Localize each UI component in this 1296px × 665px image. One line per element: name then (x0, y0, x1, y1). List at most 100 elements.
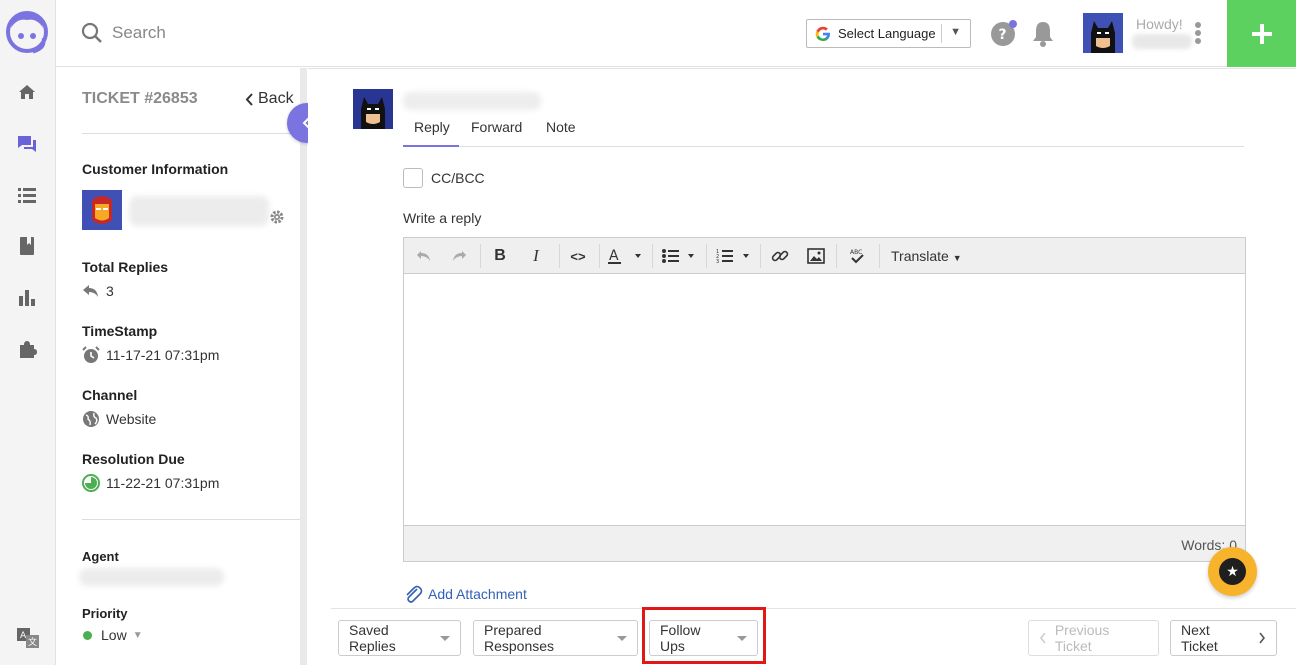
bold-icon[interactable]: B (490, 246, 510, 266)
priority-dot (83, 630, 92, 640)
chevron-right-icon (1259, 632, 1266, 644)
language-select-label: Select Language (838, 26, 936, 41)
font-color-icon[interactable]: A (607, 246, 647, 266)
toolbar-divider (706, 244, 707, 268)
image-icon[interactable] (806, 246, 826, 266)
next-ticket-label: Next Ticket (1181, 622, 1218, 654)
back-link[interactable]: Back (245, 90, 294, 108)
priority-select[interactable]: Low ▼ (83, 627, 143, 643)
total-replies-label: Total Replies (82, 259, 169, 275)
logo-icon[interactable] (3, 6, 51, 58)
toolbar-divider (652, 244, 653, 268)
agent-avatar (353, 89, 393, 129)
favorites-button[interactable]: ★ (1208, 547, 1257, 596)
priority-value: Low (101, 627, 127, 643)
toolbar-divider (836, 244, 837, 268)
reply-tabs: Reply Forward Note (403, 115, 1244, 147)
redo-icon[interactable] (449, 246, 469, 266)
priority-label: Priority (82, 606, 128, 621)
toolbar-divider (599, 244, 600, 268)
panel-divider (300, 68, 307, 665)
caret-down-icon: ▼ (952, 253, 962, 263)
reply-textarea[interactable] (404, 275, 1245, 525)
search-input[interactable] (112, 18, 512, 48)
chart-icon[interactable] (14, 284, 40, 310)
search-icon (81, 22, 102, 43)
undo-icon[interactable] (414, 246, 434, 266)
svg-text:文: 文 (28, 636, 37, 648)
progress-clock-icon (82, 474, 100, 492)
resolution-due-label: Resolution Due (82, 451, 185, 467)
numbered-list-icon[interactable]: 123 (716, 246, 756, 266)
star-icon: ★ (1219, 558, 1246, 585)
spellcheck-icon[interactable]: ABC (846, 246, 868, 266)
saved-replies-button[interactable]: Saved Replies (338, 620, 461, 656)
divider (308, 68, 1296, 69)
user-avatar[interactable] (1083, 13, 1123, 53)
svg-text:A: A (20, 631, 27, 641)
list-icon[interactable] (14, 182, 40, 208)
chat-icon[interactable] (14, 131, 40, 157)
editor-statusbar: Words: 0 (404, 525, 1245, 561)
translate-icon[interactable]: A 文 (16, 627, 40, 649)
saved-replies-label: Saved Replies (349, 622, 396, 654)
cc-bcc-label: CC/BCC (431, 170, 485, 186)
username-redacted (1132, 34, 1192, 49)
caret-down-icon (440, 635, 450, 641)
cc-bcc-toggle[interactable]: CC/BCC (403, 168, 485, 188)
reply-editor: B I <> A 123 ABC Translate ▼ Words: 0 (403, 237, 1246, 562)
total-replies-value: 3 (106, 283, 114, 299)
next-ticket-button[interactable]: Next Ticket (1170, 620, 1277, 656)
resolution-due-value: 11-22-21 07:31pm (106, 475, 220, 491)
back-label: Back (258, 90, 294, 107)
tab-note[interactable]: Note (546, 119, 576, 147)
resolution-due-row: 11-22-21 07:31pm (82, 474, 219, 492)
timestamp-row: 11-17-21 07:31pm (82, 346, 219, 364)
cc-bcc-checkbox[interactable] (403, 168, 423, 188)
translate-label: Translate (891, 248, 949, 264)
toolbar-divider (879, 244, 880, 268)
globe-icon (83, 411, 99, 427)
reply-area: Reply Forward Note CC/BCC Write a reply … (308, 68, 1296, 665)
add-attachment-label: Add Attachment (428, 586, 527, 602)
agent-name-redacted (79, 568, 224, 586)
plus-icon (1251, 23, 1272, 44)
prepared-responses-button[interactable]: Prepared Responses (473, 620, 638, 656)
timestamp-value: 11-17-21 07:31pm (106, 347, 220, 363)
language-select[interactable]: Select Language ▼ (806, 19, 971, 48)
help-icon[interactable]: ? (990, 19, 1018, 47)
code-icon[interactable]: <> (567, 246, 589, 266)
tab-reply[interactable]: Reply (403, 119, 459, 147)
bell-icon[interactable] (1030, 19, 1056, 47)
home-icon[interactable] (14, 79, 40, 105)
book-icon[interactable] (14, 233, 40, 259)
follow-ups-highlight (642, 607, 766, 664)
channel-row: Website (82, 410, 156, 428)
tab-forward[interactable]: Forward (471, 119, 522, 147)
puzzle-icon[interactable] (14, 336, 40, 362)
paperclip-icon (406, 585, 423, 603)
gear-icon[interactable] (269, 209, 285, 225)
dropdown-arrow-icon: ▼ (950, 26, 961, 38)
previous-ticket-button[interactable]: Previous Ticket (1028, 620, 1159, 656)
italic-icon[interactable]: I (526, 246, 546, 266)
previous-ticket-label: Previous Ticket (1054, 622, 1110, 654)
channel-label: Channel (82, 387, 138, 403)
kebab-menu-icon[interactable] (1191, 19, 1205, 47)
add-new-button[interactable] (1227, 0, 1296, 67)
divider (82, 519, 300, 520)
add-attachment-link[interactable]: Add Attachment (403, 584, 527, 604)
prepared-responses-label: Prepared Responses (484, 622, 555, 654)
greeting-text: Howdy! (1136, 16, 1183, 32)
timestamp-label: TimeStamp (82, 323, 158, 339)
nav-rail: A 文 (0, 0, 56, 665)
bullet-list-icon[interactable] (661, 246, 701, 266)
customer-avatar (82, 190, 122, 230)
chevron-left-icon (1039, 632, 1046, 644)
total-replies-row: 3 (82, 282, 114, 300)
customer-info-label: Customer Information (82, 161, 229, 177)
chevron-left-icon (245, 92, 253, 106)
link-icon[interactable] (770, 246, 790, 266)
google-icon (815, 26, 830, 41)
translate-dropdown[interactable]: Translate ▼ (891, 248, 962, 264)
